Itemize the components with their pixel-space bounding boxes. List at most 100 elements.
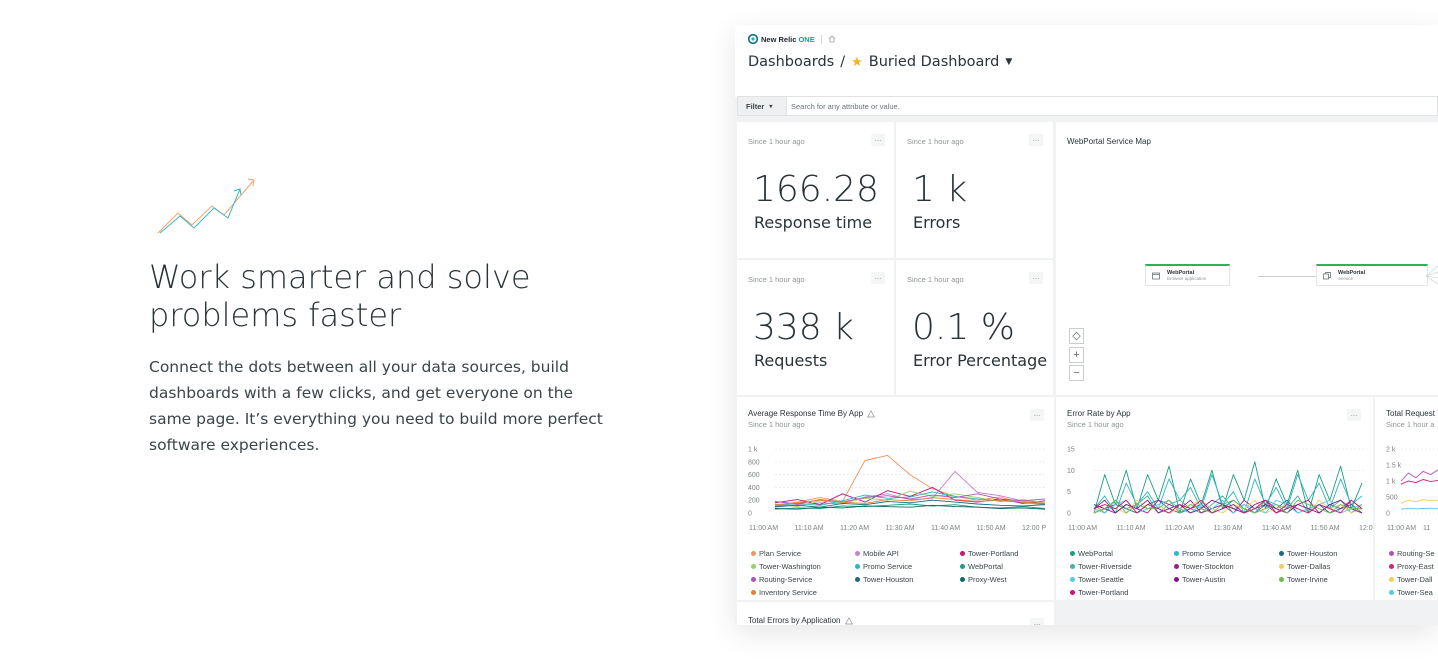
panel-menu-button[interactable]: ... [1347,409,1361,421]
panel-menu-button[interactable]: ... [871,272,885,284]
legend-label: Tower-Washington [759,562,821,571]
legend-label: Tower-Sea [1397,588,1433,596]
breadcrumb-root[interactable]: Dashboards [748,54,834,70]
legend-item[interactable]: Tower-Washington [751,561,845,572]
legend-dot-icon [1279,577,1284,582]
series-line[interactable] [1400,499,1438,504]
panel-menu-button[interactable]: ... [1029,134,1043,146]
legend-label: Tower-Portland [1078,588,1129,596]
billboard-value: 338 k [753,307,855,348]
service-map-node-browser[interactable]: WebPortal Browser application [1145,264,1230,286]
legend-item[interactable]: Tower-Dall [1389,574,1438,585]
legend-item[interactable]: Tower-Riverside [1070,561,1164,572]
legend-dot-icon [751,551,756,556]
breadcrumb-separator: / [840,54,846,70]
home-icon[interactable] [828,35,836,43]
favorite-star-icon[interactable]: ★ [851,55,863,70]
legend-item[interactable]: Tower-Houston [1279,548,1369,559]
chart-panel-total-requests: Total Request Since 1 hour a 0 500 1 k 1.5 … [1375,397,1438,600]
chart-title: Average Response Time By App [748,409,876,418]
total-requests-chart: 0 500 1 k 1.5 k 2 k 11:00 AM 11 [1386,447,1438,532]
legend-label: Tower-Dall [1397,575,1433,584]
zoom-fit-button[interactable]: ◇ [1069,328,1084,344]
legend-label: Tower-Houston [1287,549,1338,558]
legend-item[interactable]: Mobile API [855,548,950,559]
y-tick-label: 800 [748,459,760,466]
chart-title: Total Errors by Application [748,616,853,625]
legend-dot-icon [1174,551,1179,556]
legend-dot-icon [1279,564,1284,569]
legend-item[interactable]: Tower-Irvine [1279,574,1369,585]
filter-search-input[interactable] [787,97,1437,115]
zoom-out-button[interactable]: − [1069,365,1084,381]
filter-button[interactable]: Filter ▾ [738,97,787,115]
legend-label: Tower-Irvine [1287,575,1328,584]
legend-item[interactable]: Tower-Portland [960,548,1050,559]
billboard-label: Requests [754,351,828,370]
legend-item[interactable]: Tower-Dallas [1279,561,1369,572]
billboard-since: Since 1 hour ago [907,137,964,146]
legend-item[interactable]: Proxy-West [960,574,1050,585]
legend-item[interactable]: Tower-Austin [1174,574,1269,585]
chart-legend: Plan Service Mobile API Tower-Portland Towe… [751,548,1050,596]
chart-title-text: Error Rate by App [1067,409,1131,418]
legend-item[interactable]: Routing-Se [1389,548,1438,559]
legend-dot-icon [855,551,860,556]
legend-item[interactable]: Tower-Houston [855,574,950,585]
panel-menu-button[interactable]: ... [871,134,885,146]
x-tick-label: 11:10 AM [795,525,824,532]
legend-dot-icon [855,577,860,582]
chart-subtitle: Since 1 hour a [1386,420,1435,429]
legend-dot-icon [960,577,965,582]
legend-item[interactable]: Tower-Sea [1389,587,1438,596]
legend-dot-icon [1070,564,1075,569]
billboard-since: Since 1 hour ago [748,275,805,284]
dashboard-title[interactable]: Buried Dashboard [869,54,1000,70]
x-tick-label: 11:00 AM [749,525,778,532]
y-tick-label: 1 k [1386,479,1396,486]
x-tick-label: 11:00 AM [1387,525,1416,532]
legend-item[interactable]: Proxy-East [1389,561,1438,572]
legend-dot-icon [751,577,756,582]
legend-item[interactable]: Promo Service [1174,548,1269,559]
filter-bar: Filter ▾ [737,96,1438,116]
chart-subtitle: Since 1 hour ago [1067,420,1124,429]
series-line[interactable] [774,454,1046,506]
y-tick-label: 0 [748,511,752,518]
panel-menu-button[interactable]: ... [1030,618,1044,625]
billboard-value: 0.1 % [912,307,1015,348]
legend-item[interactable]: WebPortal [960,561,1050,572]
warning-icon[interactable] [844,616,853,625]
legend-item[interactable]: WebPortal [1070,548,1164,559]
legend-item[interactable]: Tower-Portland [1070,587,1164,596]
x-tick-label: 11:20 AM [840,525,869,532]
outgoing-edges [1426,265,1438,285]
series-line[interactable] [1400,507,1438,510]
x-tick-label: 11:30 AM [1214,525,1243,532]
legend-dot-icon [1389,577,1394,582]
y-tick-label: 15 [1067,447,1075,454]
legend-item[interactable]: Tower-Stockton [1174,561,1269,572]
legend-item[interactable]: Routing-Service [751,574,845,585]
legend-item[interactable]: Plan Service [751,548,845,559]
zoom-in-button[interactable]: + [1069,347,1084,363]
chevron-down-icon[interactable]: ▼ [1005,57,1012,67]
legend-item[interactable]: Tower-Seattle [1070,574,1164,585]
legend-dot-icon [751,590,756,595]
series-line[interactable] [1400,469,1438,482]
brand[interactable]: New Relic ONE [748,33,836,45]
panel-menu-button[interactable]: ... [1029,272,1043,284]
legend-item[interactable]: Inventory Service [751,587,845,596]
panel-menu-button[interactable]: ... [1030,409,1044,421]
legend-item[interactable]: Promo Service [855,561,950,572]
service-map-node-service[interactable]: WebPortal Service [1316,264,1428,286]
dashboard-header: New Relic ONE Dashboards / ★ Buried Dash… [735,25,1438,97]
chart-title-text: Average Response Time By App [748,409,864,418]
new-relic-logo-icon [748,34,758,44]
series-line[interactable] [1400,478,1438,485]
legend-label: Routing-Se [1397,549,1435,558]
legend-label: Mobile API [863,549,899,558]
chart-legend: Routing-Se Proxy-East Tower-Dall Tower-Sea [1389,548,1438,596]
warning-icon[interactable] [867,409,876,418]
y-tick-label: 0 [1067,511,1071,518]
